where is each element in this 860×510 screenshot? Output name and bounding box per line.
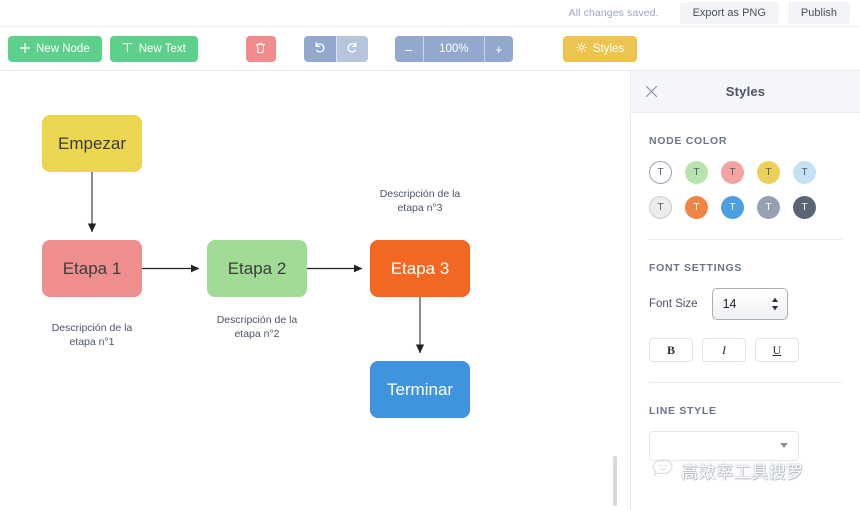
new-text-button[interactable]: New Text [109,36,198,62]
text-format-button-group: B I U [649,338,842,362]
color-swatch[interactable]: T [793,196,816,219]
color-swatch[interactable]: T [793,161,816,184]
node-etapa-3[interactable]: Etapa 3 [370,240,470,297]
color-swatch[interactable]: T [649,161,672,184]
styles-panel-body: NODE COLOR T T T T T T T T T T FONT SETT… [631,135,860,461]
description-line: Descripción de la [379,188,461,200]
description-line: etapa n°1 [69,336,115,349]
trash-icon [255,42,266,57]
plus-icon [19,42,31,56]
node-etapa-1[interactable]: Etapa 1 [42,240,142,297]
node-color-swatch-row-1: T T T T T [649,161,842,184]
line-style-select[interactable] [649,431,799,461]
font-settings-section-label: FONT SETTINGS [649,262,743,274]
zoom-level-value[interactable]: 100% [422,36,485,62]
node-color-swatch-row-2: T T T T T [649,196,842,219]
chevron-down-icon [780,443,788,448]
color-swatch[interactable]: T [649,196,672,219]
zoom-out-button[interactable]: – [394,36,423,62]
flowchart-canvas[interactable]: Empezar Etapa 1 Etapa 2 Etapa 3 Terminar… [0,71,620,510]
font-size-row: Font Size 14 [649,288,842,320]
color-swatch[interactable]: T [685,161,708,184]
new-node-button[interactable]: New Node [8,36,102,62]
color-swatch[interactable]: T [721,196,744,219]
new-text-label: New Text [138,43,186,55]
styles-panel: Styles NODE COLOR T T T T T T T T T T FO… [630,71,860,510]
font-size-label: Font Size [649,298,698,310]
description-line: etapa n°2 [234,328,280,341]
top-bar: All changes saved. Export as PNG Publish [0,0,860,27]
color-swatch[interactable]: T [721,161,744,184]
canvas-vertical-scrollbar[interactable] [613,456,617,506]
close-x-icon[interactable] [644,84,659,99]
styles-button[interactable]: Styles [562,36,638,62]
node-etapa-2[interactable]: Etapa 2 [207,240,307,297]
font-size-stepper[interactable]: 14 [711,288,788,320]
export-as-png-button[interactable]: Export as PNG [679,2,779,24]
save-status-text: All changes saved. [568,7,659,19]
color-swatch[interactable]: T [685,196,708,219]
history-button-group [303,36,368,62]
bold-button[interactable]: B [649,338,693,362]
description-line: Descripción de la [51,322,133,334]
panel-divider [649,239,842,240]
node-description-2[interactable]: Descripción de la etapa n°2 [192,313,322,341]
description-line: etapa n°3 [397,202,443,215]
node-color-section-label: NODE COLOR [649,135,728,147]
toolbar: New Node New Text – 100% + Styles [0,28,860,71]
publish-button[interactable]: Publish [787,2,850,24]
description-line: Descripción de la [216,314,298,326]
node-description-1[interactable]: Descripción de la etapa n°1 [27,321,157,349]
gear-icon [576,42,587,56]
node-terminar[interactable]: Terminar [370,361,470,418]
styles-button-label: Styles [592,43,625,55]
redo-button[interactable] [335,36,368,62]
line-style-section-label: LINE STYLE [649,405,717,417]
text-t-icon [122,42,133,56]
styles-panel-header: Styles [631,71,860,113]
font-size-value: 14 [722,297,737,311]
color-swatch[interactable]: T [757,161,780,184]
panel-divider [649,382,842,383]
flowchart-editor-app: All changes saved. Export as PNG Publish… [0,0,860,510]
redo-arrow-icon [346,41,359,57]
undo-arrow-icon [313,41,326,57]
zoom-in-button[interactable]: + [484,36,513,62]
underline-button[interactable]: U [755,338,799,362]
undo-button[interactable] [303,36,336,62]
node-empezar[interactable]: Empezar [42,115,142,172]
italic-button[interactable]: I [702,338,746,362]
styles-panel-title: Styles [725,84,766,99]
delete-button[interactable] [245,36,276,62]
color-swatch[interactable]: T [757,196,780,219]
zoom-control-group: – 100% + [394,36,513,62]
stepper-arrows-icon[interactable] [771,297,779,311]
new-node-label: New Node [36,43,90,55]
node-description-3[interactable]: Descripción de la etapa n°3 [355,187,485,215]
